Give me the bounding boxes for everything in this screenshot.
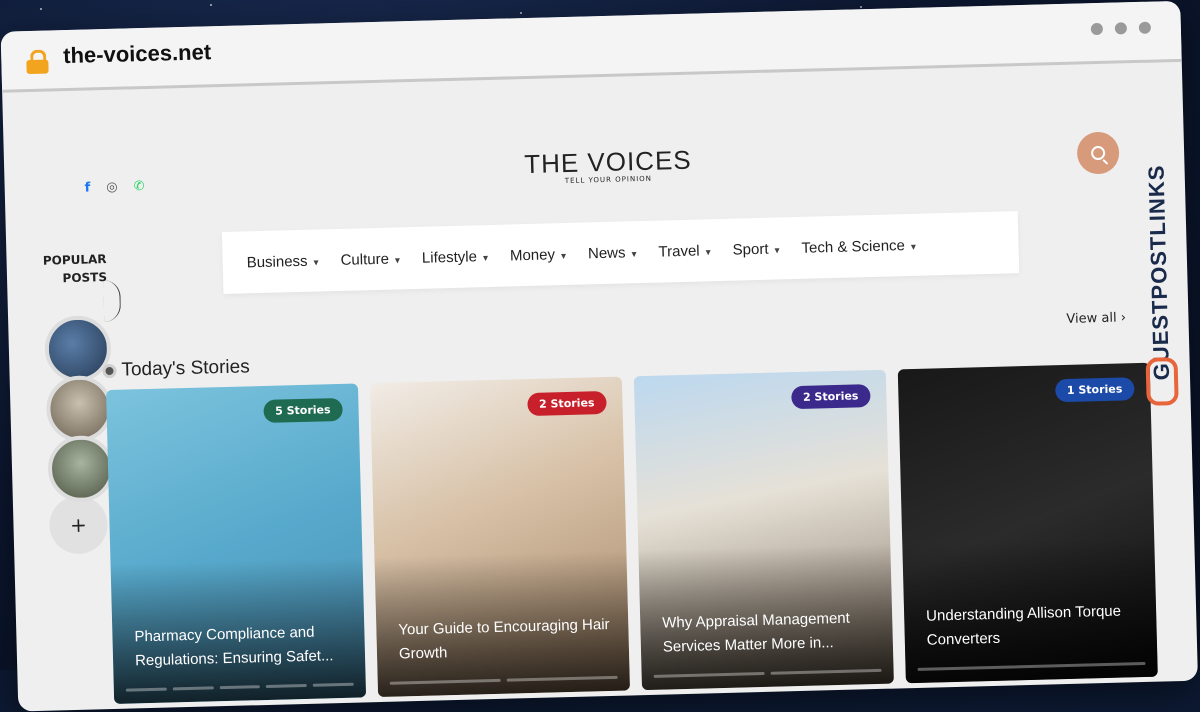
bullet-icon xyxy=(105,366,114,376)
main-nav: Business ▾ Culture ▾ Lifestyle ▾ Money ▾ New… xyxy=(221,211,1020,294)
search-button[interactable] xyxy=(1076,131,1120,175)
avatar[interactable] xyxy=(44,314,112,383)
story-card[interactable]: 1 Stories Understanding Allison Torque C… xyxy=(897,362,1158,684)
story-title: Understanding Allison Torque Converters xyxy=(925,602,1122,649)
story-title: Your Guide to Encouraging Hair Growth xyxy=(398,615,610,663)
story-count-badge: 2 Stories xyxy=(526,391,607,417)
nav-item-news[interactable]: News ▾ xyxy=(588,244,637,262)
story-count-badge: 5 Stories xyxy=(262,397,343,423)
social-links: f ◎ ✆ xyxy=(84,179,144,196)
nav-item-lifestyle[interactable]: Lifestyle ▾ xyxy=(422,248,489,266)
browser-window: the-voices.net f ◎ ✆ THE VOICES TELL YOU… xyxy=(0,0,1198,712)
nav-item-travel[interactable]: Travel ▾ xyxy=(658,242,711,260)
avatar[interactable] xyxy=(45,374,114,443)
chevron-down-icon: ▾ xyxy=(394,254,401,266)
story-title: Pharmacy Compliance and Regulations: Ens… xyxy=(134,623,334,670)
nav-item-culture[interactable]: Culture ▾ xyxy=(340,250,401,268)
story-count-badge: 1 Stories xyxy=(1054,377,1135,403)
chevron-down-icon: ▾ xyxy=(313,256,319,269)
add-button[interactable]: + xyxy=(48,495,109,555)
chevron-down-icon: ▾ xyxy=(482,252,489,264)
nav-item-business[interactable]: Business ▾ xyxy=(246,252,318,271)
logo-text: THE VOICES xyxy=(523,144,693,180)
whatsapp-icon[interactable]: ✆ xyxy=(133,179,144,194)
avatar[interactable] xyxy=(47,434,115,503)
section-title: Today's Stories xyxy=(121,356,250,381)
lock-icon xyxy=(26,49,49,75)
story-card[interactable]: 2 Stories Why Appraisal Management Servi… xyxy=(633,369,894,691)
popular-posts-list: + xyxy=(44,314,116,555)
site-logo[interactable]: THE VOICES TELL YOUR OPINION xyxy=(524,145,692,186)
facebook-icon[interactable]: f xyxy=(84,180,90,195)
url-text[interactable]: the-voices.net xyxy=(63,39,212,69)
link-icon xyxy=(1145,357,1179,406)
story-count-badge: 2 Stories xyxy=(790,384,871,410)
stories-row: 5 Stories Pharmacy Compliance and Regula… xyxy=(105,362,1158,704)
instagram-icon[interactable]: ◎ xyxy=(106,180,118,195)
section-header: Today's Stories xyxy=(105,356,250,382)
window-controls xyxy=(1090,21,1152,36)
nav-item-tech-science[interactable]: Tech & Science ▾ xyxy=(801,236,917,257)
window-dot-icon[interactable] xyxy=(1114,22,1128,35)
view-all-link[interactable]: View all › xyxy=(1066,310,1126,327)
chevron-down-icon: ▾ xyxy=(631,248,637,260)
window-dot-icon[interactable] xyxy=(1138,21,1152,34)
chevron-down-icon: ▾ xyxy=(705,246,711,258)
nav-item-sport[interactable]: Sport ▾ xyxy=(732,240,779,258)
popular-posts-label: POPULAR POSTS xyxy=(42,252,108,286)
story-card[interactable]: 2 Stories Your Guide to Encouraging Hair… xyxy=(369,376,631,698)
nav-item-money[interactable]: Money ▾ xyxy=(510,246,566,264)
window-dot-icon[interactable] xyxy=(1090,22,1104,36)
chevron-down-icon: ▾ xyxy=(910,241,917,253)
site-content: f ◎ ✆ THE VOICES TELL YOUR OPINION POPUL… xyxy=(2,62,1198,712)
story-card[interactable]: 5 Stories Pharmacy Compliance and Regula… xyxy=(105,383,367,704)
search-icon xyxy=(1090,145,1106,161)
story-title: Why Appraisal Management Services Matter… xyxy=(662,609,851,656)
chevron-down-icon: ▾ xyxy=(560,250,567,262)
chevron-down-icon: ▾ xyxy=(774,244,780,257)
